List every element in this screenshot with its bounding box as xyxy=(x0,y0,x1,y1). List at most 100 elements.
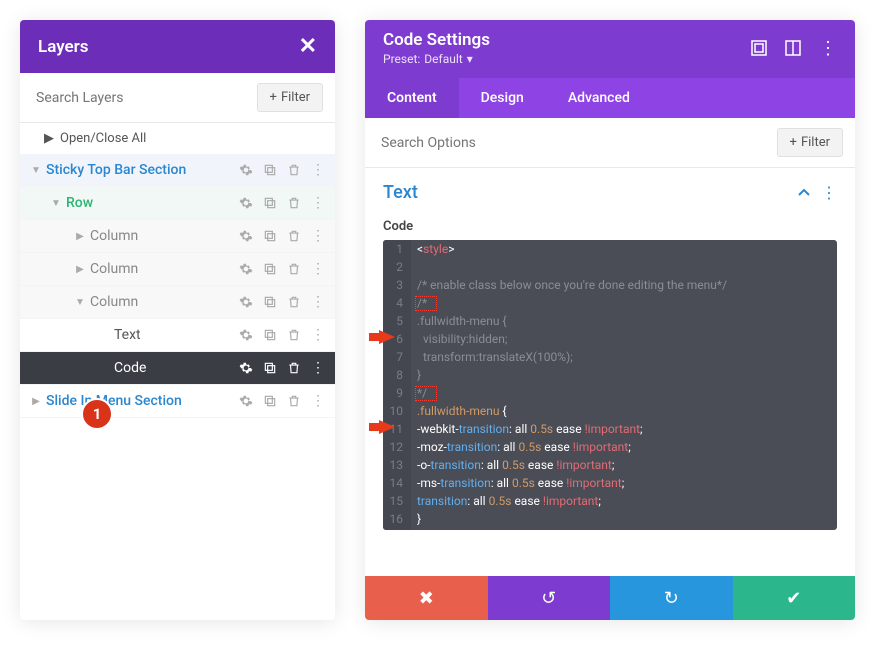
duplicate-icon[interactable] xyxy=(263,295,277,309)
gear-icon[interactable] xyxy=(239,361,253,375)
code-text: */ xyxy=(411,384,837,402)
code-line: 7 transform:translateX(100%); xyxy=(383,348,837,366)
more-icon[interactable]: ⋮ xyxy=(311,360,325,376)
code-line: 3/* enable class below once you're done … xyxy=(383,276,837,294)
gear-icon[interactable] xyxy=(239,394,253,408)
save-button[interactable]: ✔ xyxy=(733,576,856,620)
columns-icon[interactable] xyxy=(785,40,801,56)
duplicate-icon[interactable] xyxy=(263,328,277,342)
code-line: 14-ms-transition: all 0.5s ease !importa… xyxy=(383,474,837,492)
redo-button[interactable]: ↻ xyxy=(610,576,733,620)
trash-icon[interactable] xyxy=(287,163,301,177)
layer-row-column[interactable]: ▶Column ⋮ xyxy=(20,253,335,286)
more-icon[interactable]: ⋮ xyxy=(819,38,837,59)
layer-label: Slide In Menu Section xyxy=(46,393,239,409)
line-number: 7 xyxy=(383,348,411,366)
layer-row-column[interactable]: ▶ Column ⋮ xyxy=(20,220,335,253)
footer-actions: ✖ ↺ ↻ ✔ xyxy=(365,576,855,620)
settings-filter-button[interactable]: + Filter xyxy=(777,128,843,157)
code-line: 1<style> xyxy=(383,240,837,258)
tab-content[interactable]: Content xyxy=(365,78,459,118)
layers-filter-button[interactable]: + Filter xyxy=(257,83,323,112)
trash-icon[interactable] xyxy=(287,328,301,342)
code-text: -o-transition: all 0.5s ease !important; xyxy=(411,456,837,474)
more-icon[interactable]: ⋮ xyxy=(311,162,325,178)
code-text: <style> xyxy=(411,240,837,258)
gear-icon[interactable] xyxy=(239,229,253,243)
gear-icon[interactable] xyxy=(239,328,253,342)
line-number: 1 xyxy=(383,240,411,258)
trash-icon[interactable] xyxy=(287,394,301,408)
more-icon[interactable]: ⋮ xyxy=(311,327,325,343)
more-icon[interactable]: ⋮ xyxy=(311,261,325,277)
more-icon[interactable]: ⋮ xyxy=(311,393,325,409)
layers-panel: Layers ✕ + Filter ▶ Open/Close All ▼Stic… xyxy=(20,20,335,620)
layer-row-slide-in-menu-section[interactable]: ▶Slide In Menu Section ⋮ xyxy=(20,385,335,418)
settings-title: Code Settings xyxy=(383,30,490,50)
code-text: } xyxy=(411,366,837,384)
line-number: 15 xyxy=(383,492,411,510)
gear-icon[interactable] xyxy=(239,196,253,210)
highlight-box-1 xyxy=(415,296,437,311)
trash-icon[interactable] xyxy=(287,229,301,243)
layer-row-text[interactable]: Text ⋮ xyxy=(20,319,335,352)
code-line: 16} xyxy=(383,510,837,528)
gear-icon[interactable] xyxy=(239,295,253,309)
layer-row-sticky-top-bar-section[interactable]: ▼Sticky Top Bar Section ⋮ xyxy=(20,154,335,187)
line-number: 17 xyxy=(383,528,411,530)
caret-icon: ▶ xyxy=(44,131,54,146)
more-icon[interactable]: ⋮ xyxy=(311,195,325,211)
layer-label: Column xyxy=(90,228,239,244)
duplicate-icon[interactable] xyxy=(263,262,277,276)
trash-icon[interactable] xyxy=(287,262,301,276)
tab-advanced[interactable]: Advanced xyxy=(546,78,652,118)
duplicate-icon[interactable] xyxy=(263,394,277,408)
code-line: 9*/ xyxy=(383,384,837,402)
settings-search-input[interactable] xyxy=(377,129,769,157)
line-number: 2 xyxy=(383,258,411,276)
expand-icon[interactable] xyxy=(751,40,767,56)
caret-icon: ▶ xyxy=(74,231,86,242)
trash-icon[interactable] xyxy=(287,295,301,309)
layers-title: Layers xyxy=(38,37,89,57)
duplicate-icon[interactable] xyxy=(263,229,277,243)
code-text xyxy=(411,528,837,530)
more-icon[interactable]: ⋮ xyxy=(311,294,325,310)
line-number: 16 xyxy=(383,510,411,528)
layer-row-code[interactable]: Code ⋮ xyxy=(20,352,335,385)
open-close-all[interactable]: ▶ Open/Close All xyxy=(20,123,335,154)
more-icon[interactable]: ⋮ xyxy=(821,183,837,202)
layer-row-column[interactable]: ▼Column ⋮ xyxy=(20,286,335,319)
caret-icon: ▼ xyxy=(50,198,62,209)
cancel-button[interactable]: ✖ xyxy=(365,576,488,620)
duplicate-icon[interactable] xyxy=(263,361,277,375)
layer-row-row[interactable]: ▼Row ⋮ xyxy=(20,187,335,220)
duplicate-icon[interactable] xyxy=(263,196,277,210)
trash-icon[interactable] xyxy=(287,361,301,375)
gear-icon[interactable] xyxy=(239,163,253,177)
duplicate-icon[interactable] xyxy=(263,163,277,177)
undo-button[interactable]: ↺ xyxy=(488,576,611,620)
layers-search-input[interactable] xyxy=(32,84,249,112)
close-icon[interactable]: ✕ xyxy=(299,34,317,59)
code-editor[interactable]: 1<style>23/* enable class below once you… xyxy=(383,240,837,530)
tab-design[interactable]: Design xyxy=(459,78,546,118)
code-text: .fullwidth-menu { xyxy=(411,402,837,420)
code-line: 8} xyxy=(383,366,837,384)
preset-selector[interactable]: Preset: Default ▾ xyxy=(383,52,490,66)
code-text: } xyxy=(411,510,837,528)
line-number: 3 xyxy=(383,276,411,294)
highlight-box-2 xyxy=(415,386,437,401)
code-text: -moz-transition: all 0.5s ease !importan… xyxy=(411,438,837,456)
more-icon[interactable]: ⋮ xyxy=(311,228,325,244)
trash-icon[interactable] xyxy=(287,196,301,210)
line-number: 14 xyxy=(383,474,411,492)
collapse-icon[interactable] xyxy=(797,186,811,200)
layers-search-bar: + Filter xyxy=(20,73,335,123)
code-line: 11-webkit-transition: all 0.5s ease !imp… xyxy=(383,420,837,438)
plus-icon: + xyxy=(790,135,797,150)
code-text: /* enable class below once you're done e… xyxy=(411,276,837,294)
open-close-label: Open/Close All xyxy=(60,131,146,146)
field-label-code: Code xyxy=(365,211,855,240)
gear-icon[interactable] xyxy=(239,262,253,276)
